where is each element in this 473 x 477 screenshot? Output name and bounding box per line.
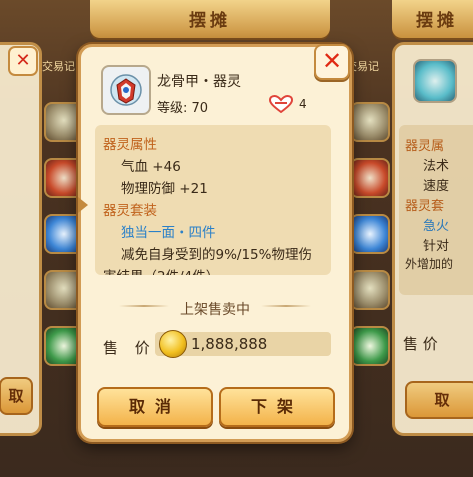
set-name: 独当一面・四件 — [121, 225, 216, 241]
right-price-label: 售 价 — [403, 335, 438, 353]
price-label: 售 价 — [103, 339, 156, 357]
right-item-icon[interactable] — [413, 59, 457, 103]
stat-hp: 气血 +46 — [121, 159, 181, 175]
right-stat-2: 速度 — [423, 179, 450, 194]
right-attr-title: 器灵属 — [405, 139, 445, 154]
armor-spirit-icon — [110, 74, 142, 106]
heart-count: 4 — [299, 97, 307, 111]
bg-item-slot[interactable] — [350, 326, 390, 366]
right-stat-1: 法术 — [423, 159, 450, 174]
right-set-desc: 针对 — [423, 239, 450, 254]
left-side-panel: 取 — [0, 42, 42, 436]
item-detail-dialog: 龙骨甲・器灵 等级: 70 4 器灵属性 气血 +46 物理防御 +21 器灵套… — [78, 44, 352, 442]
delist-button[interactable]: 下架 — [219, 387, 335, 427]
set-section-title: 器灵套装 — [103, 203, 157, 219]
close-icon: ✕ — [15, 50, 31, 71]
stall-header: 摆摊 — [90, 0, 330, 38]
attr-section-title: 器灵属性 — [103, 137, 157, 153]
stat-physical-defense: 物理防御 +21 — [121, 181, 208, 197]
selling-status: 上架售卖中 — [180, 302, 250, 318]
price-value: 1,888,888 — [191, 335, 268, 353]
right-cancel-button[interactable]: 取 — [405, 381, 473, 419]
chevron-left-icon[interactable] — [78, 197, 88, 213]
close-icon: ✕ — [321, 47, 343, 75]
item-name: 龙骨甲・器灵 — [157, 74, 241, 90]
set-description-2: 害结果（2件/4件） — [103, 265, 219, 275]
stall-title: 摆摊 — [189, 11, 231, 31]
right-set-more: 外增加的 — [405, 257, 454, 271]
left-cancel-button[interactable]: 取 — [0, 377, 33, 415]
bg-item-slot[interactable] — [350, 102, 390, 142]
stall-title-right: 摆摊 — [416, 11, 458, 31]
heart-icon — [269, 95, 293, 113]
left-close-button[interactable]: ✕ — [8, 46, 38, 76]
cancel-button[interactable]: 取消 — [97, 387, 213, 427]
bg-item-slot[interactable] — [350, 214, 390, 254]
right-set-name: 急火 — [423, 219, 450, 234]
bg-item-slot[interactable] — [350, 270, 390, 310]
bg-item-strip-left — [42, 48, 84, 455]
right-side-panel: 器灵属 法术 速度 器灵套 急火 针对 外增加的 售 价 取 — [392, 42, 473, 436]
bg-item-slot[interactable] — [350, 158, 390, 198]
gold-coin-icon — [159, 330, 187, 358]
right-set-title: 器灵套 — [405, 199, 445, 214]
item-level: 等级: 70 — [157, 101, 209, 116]
attribute-box[interactable]: 器灵属性 气血 +46 物理防御 +21 器灵套装 独当一面・四件 减免自身受到… — [95, 125, 331, 275]
set-description: 减免自身受到的9%/15%物理伤 — [121, 247, 312, 263]
stall-header-right: 摆摊 — [392, 0, 473, 38]
item-icon[interactable] — [101, 65, 151, 115]
bg-item-strip-right — [348, 48, 390, 455]
close-button[interactable]: ✕ — [314, 44, 350, 80]
